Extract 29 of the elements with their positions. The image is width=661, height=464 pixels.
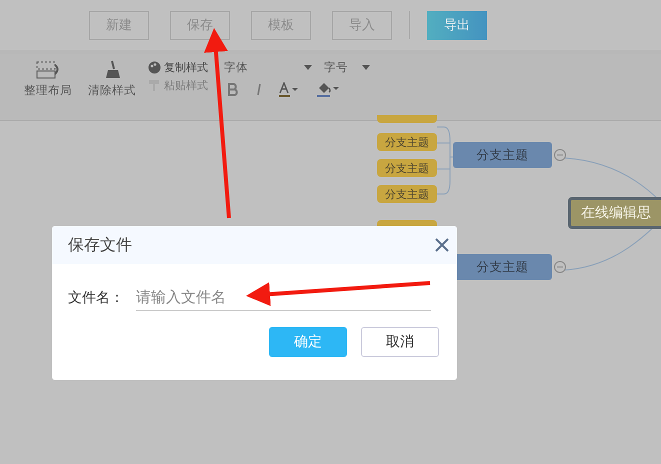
italic-icon (255, 82, 263, 96)
palette-icon (148, 61, 161, 74)
dialog-title: 保存文件 (68, 234, 132, 256)
bracket-connector (437, 126, 453, 195)
paint-bucket-icon (317, 81, 341, 97)
close-button[interactable] (435, 238, 449, 252)
clear-style-button[interactable]: 清除样式 (82, 60, 142, 98)
subtopic-node[interactable]: 分支主题 (377, 185, 437, 203)
cancel-button[interactable]: 取消 (361, 327, 439, 357)
collapse-icon[interactable] (554, 261, 566, 273)
branch-node[interactable]: 分支主题 (453, 142, 552, 168)
font-size-select[interactable]: 字号 (322, 60, 372, 75)
bold-icon (228, 82, 239, 96)
subtopic-node[interactable]: 分支主题 (377, 159, 437, 177)
export-button[interactable]: 导出 (427, 10, 487, 40)
field-label: 文件名： (68, 288, 125, 306)
node-fragment (377, 115, 437, 123)
central-topic-node[interactable]: 在线编辑思 (568, 197, 661, 229)
arrange-layout-button[interactable]: 整理布局 (18, 60, 78, 98)
caret-icon (304, 65, 312, 70)
font-select[interactable]: 字体 (222, 60, 314, 75)
copy-style-button[interactable]: 复制样式 (148, 60, 208, 75)
confirm-button[interactable]: 确定 (269, 327, 347, 357)
collapse-icon[interactable] (554, 149, 566, 161)
layout-icon (35, 60, 61, 80)
caret-icon (362, 65, 370, 70)
close-icon (435, 238, 449, 252)
text-color-icon (279, 82, 301, 96)
subtopic-node[interactable]: 分支主题 (377, 133, 437, 151)
